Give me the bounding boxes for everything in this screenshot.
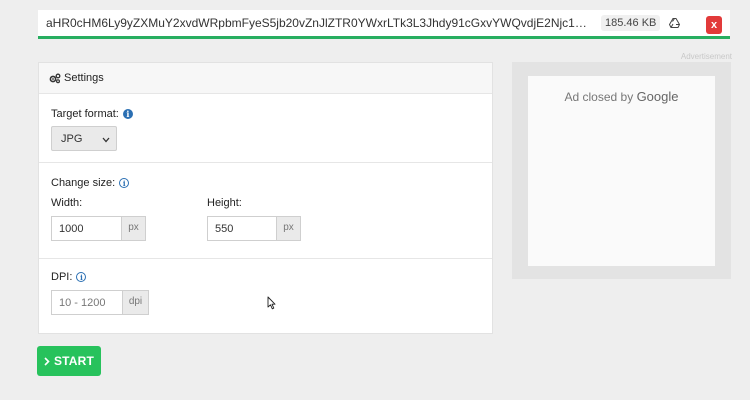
dpi-label: DPI: — [51, 271, 73, 283]
file-name: aHR0cHM6Ly9yZXMuY2xvdWRpbmFyeS5jb20vZnJl… — [46, 16, 593, 30]
width-input[interactable]: 1000 — [51, 216, 122, 241]
ad-frame: Ad closed by Google — [512, 62, 731, 279]
width-input-group: 1000 px — [51, 216, 146, 241]
change-size-label: Change size: — [51, 177, 116, 189]
chevron-right-icon — [44, 356, 50, 366]
mouse-cursor-icon — [267, 296, 276, 315]
cogs-icon — [49, 73, 61, 84]
advertisement-label: Advertisement — [680, 52, 732, 61]
info-icon[interactable]: i — [76, 272, 87, 282]
google-logo: Google — [636, 89, 679, 104]
height-input-group: 550 px — [207, 216, 301, 241]
settings-title: Settings — [64, 72, 104, 84]
change-size-section: Change size: i Width: 1000 px Height: 55… — [39, 163, 492, 259]
remove-file-button[interactable]: x — [706, 16, 722, 34]
target-format-label: Target format: — [51, 108, 119, 120]
ad-closed-text: Ad closed by — [564, 90, 634, 104]
height-unit: px — [277, 216, 301, 241]
target-format-section: Target format: i JPG — [39, 94, 492, 163]
start-button[interactable]: START — [37, 346, 101, 376]
width-unit: px — [122, 216, 146, 241]
settings-panel: Settings Target format: i JPG Change siz… — [38, 62, 493, 334]
info-icon[interactable]: i — [119, 178, 130, 188]
dpi-input-group: 10 - 1200 dpi — [51, 290, 149, 315]
start-button-label: START — [53, 354, 95, 368]
change-size-label-row: Change size: i — [51, 177, 130, 189]
ad-container: Ad closed by Google — [528, 76, 715, 266]
ad-closed-message: Ad closed by Google — [528, 89, 715, 104]
dpi-label-row: DPI: i — [51, 271, 87, 283]
dpi-input[interactable]: 10 - 1200 — [51, 290, 123, 315]
dpi-section: DPI: i 10 - 1200 dpi — [39, 259, 492, 333]
file-bar: aHR0cHM6Ly9yZXMuY2xvdWRpbmFyeS5jb20vZnJl… — [38, 10, 730, 39]
info-icon[interactable]: i — [122, 109, 133, 119]
target-format-select[interactable]: JPG — [51, 126, 117, 151]
settings-header: Settings — [39, 63, 492, 94]
file-size-badge: 185.46 KB — [601, 15, 661, 31]
width-label: Width: — [51, 197, 83, 209]
height-input[interactable]: 550 — [207, 216, 277, 241]
chevron-down-icon — [102, 134, 110, 146]
target-format-label-row: Target format: i — [51, 108, 133, 120]
dpi-unit: dpi — [123, 290, 149, 315]
target-format-value: JPG — [61, 132, 83, 145]
drive-icon[interactable] — [666, 15, 682, 31]
height-label: Height: — [207, 197, 242, 209]
